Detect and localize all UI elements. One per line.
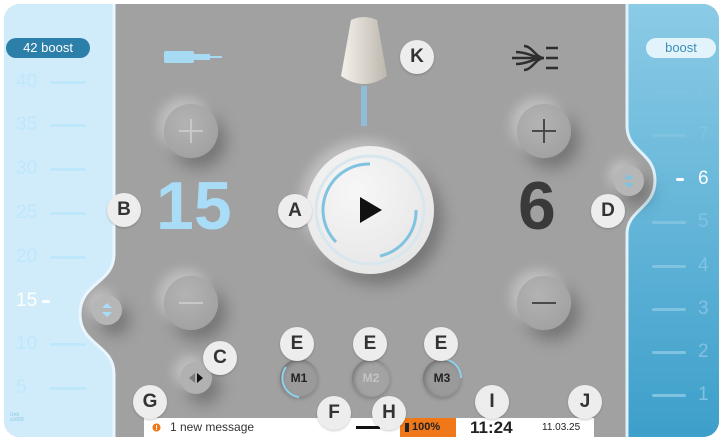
right-value: 6 [518,168,556,244]
callout-a: A [278,194,312,228]
minus-icon [532,302,556,304]
memory-button-m2[interactable]: M2 [352,359,390,397]
status-indicator-line [356,426,380,429]
callout-c: C [203,341,237,375]
play-button[interactable] [306,146,434,274]
unit-line-2: x1000 [10,417,24,423]
status-bar: 1 new message 100% 11:24 11.03.25 [144,418,594,437]
left-boost-badge[interactable]: 42 boost [6,38,90,58]
right-scale-label: 5 [698,211,709,232]
battery-icon [405,423,409,432]
left-scale-label: 5 [16,377,27,398]
left-scale-tick [50,387,86,390]
plus-icon [179,119,203,143]
m1-ring [281,366,300,398]
m3-ring [441,358,462,379]
callout-e-2: E [353,327,387,361]
callout-d: D [591,194,625,228]
clock-time: 11:24 [470,418,513,437]
left-scale-label: 10 [16,333,38,354]
left-speed-value: 15 [156,168,232,244]
up-down-icon [102,303,112,317]
left-scale-label: 35 [16,114,38,135]
left-scale-label: 15 [16,290,38,311]
callout-e-1: E [280,327,314,361]
callout-b: B [107,193,141,227]
left-scale-tick [50,256,86,259]
right-scale-label: 4 [698,255,709,276]
up-down-icon [624,174,634,188]
callout-i: I [475,385,509,419]
right-scale-label: 1 [698,384,709,405]
left-scale-label: 30 [16,158,38,179]
airflow-icon [512,44,558,72]
left-scale-label: 40 [16,71,38,92]
unit-label: Unit x1000 [10,413,24,423]
right-scale-label: 6 [698,168,709,189]
right-scale-tick [652,221,686,224]
callout-k: K [400,40,434,74]
bur-tool-icon [341,17,387,126]
left-plus-button[interactable] [164,104,218,158]
left-minus-button[interactable] [164,276,218,330]
left-scale-tick [42,300,50,303]
right-scale-tick [676,178,684,181]
left-scale-tick [50,124,86,127]
right-scale-tick [652,91,686,94]
left-scale-tick [50,212,86,215]
control-panel: 42 boost 40 35 30 25 20 15 10 5 Unit x1000 boos… [4,4,719,437]
right-scale-tick [652,134,686,137]
right-scale-label: 2 [698,341,709,362]
play-icon [360,197,382,223]
right-scale-tick [652,351,686,354]
left-scale-tick [50,81,86,84]
left-scale-label: 25 [16,202,38,223]
message-notification[interactable]: 1 new message [170,418,254,437]
right-scale-tick [652,265,686,268]
right-boost-badge[interactable]: boost [646,38,716,58]
battery-badge: 100% [400,418,456,437]
right-scale-label: 7 [698,124,709,145]
date: 11.03.25 [542,422,581,433]
callout-e-3: E [424,327,458,361]
handpiece-icon [164,51,222,63]
callout-g: G [133,385,167,419]
left-right-icon [189,373,203,383]
left-scale-tick [50,168,86,171]
right-plus-button[interactable] [517,104,571,158]
plus-icon [532,119,556,143]
battery-level: 100% [412,421,441,433]
right-up-down-toggle[interactable] [614,166,644,196]
right-minus-button[interactable] [517,276,571,330]
right-scale-label: 8 [698,81,709,102]
callout-f: F [317,396,351,430]
left-scale-label: 20 [16,246,38,267]
right-scale-tick [652,394,686,397]
left-scale-tick [50,343,86,346]
right-scale-tick [652,308,686,311]
callout-j: J [568,385,602,419]
message-dot-icon [152,423,161,432]
callout-h: H [372,396,406,430]
minus-icon [179,302,203,304]
left-up-down-toggle[interactable] [92,295,122,325]
right-scale-label: 3 [698,298,709,319]
